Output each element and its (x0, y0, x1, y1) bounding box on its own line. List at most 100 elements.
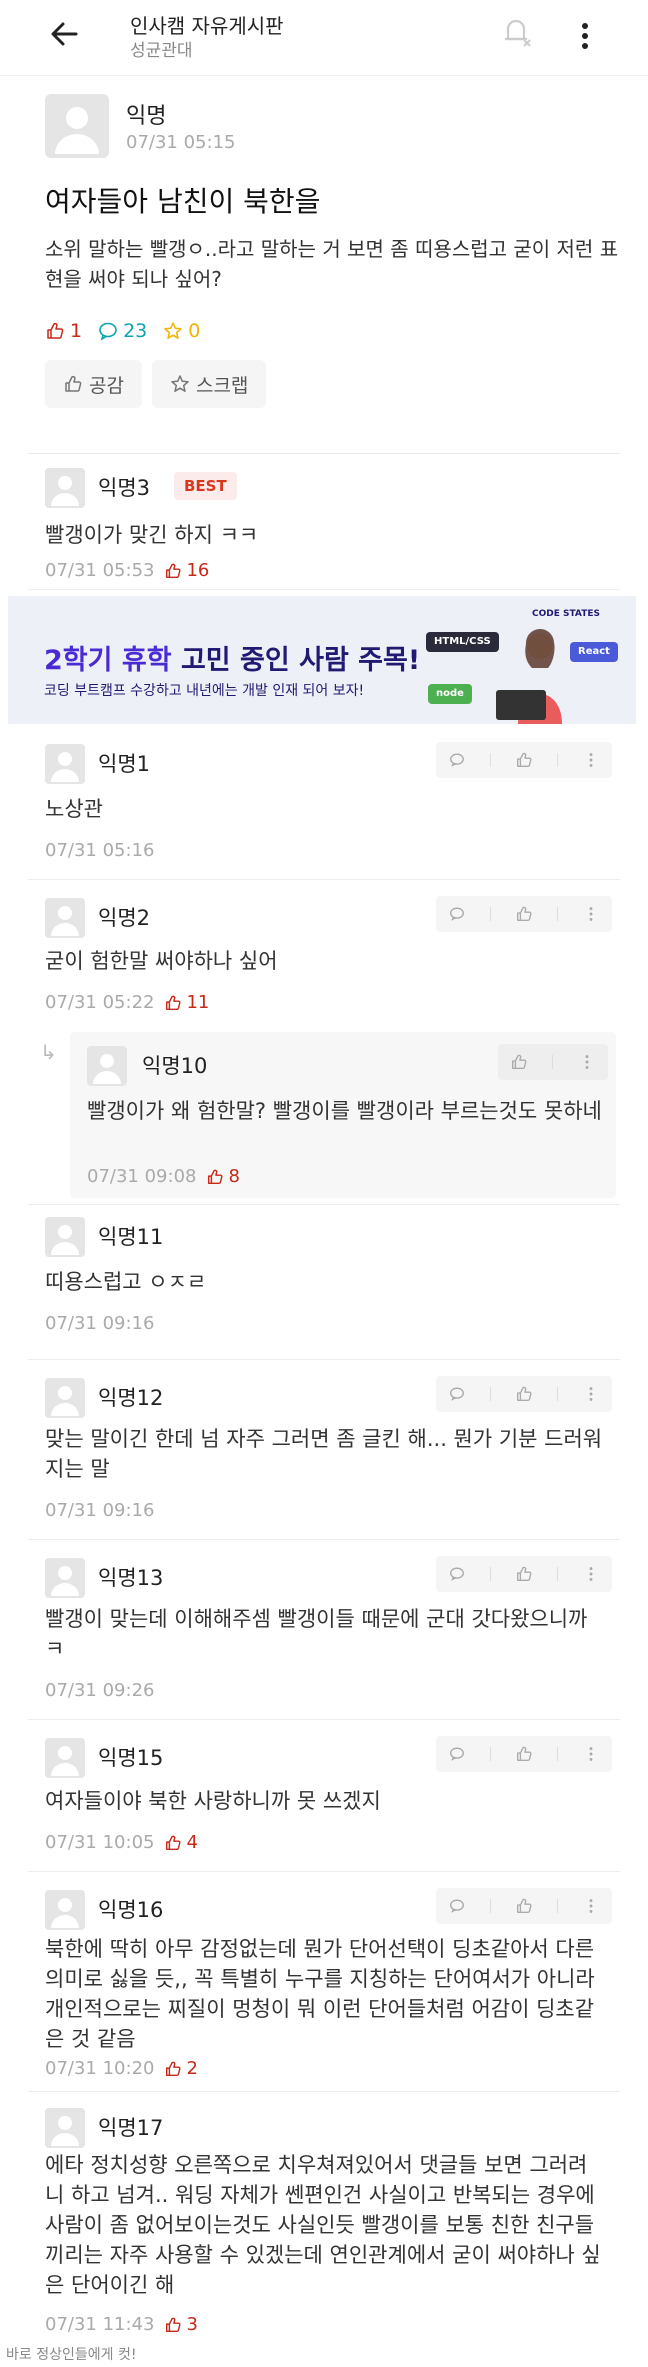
thumbs-up-icon[interactable] (510, 1053, 528, 1071)
comment-likes: 4 (164, 1832, 198, 1853)
comment-text: 빨갱이가 왜 험한말? 빨갱이를 빨갱이라 부르는것도 못하네 (87, 1099, 602, 1123)
comment-meta: 07/31 09:16 (45, 1500, 154, 1521)
post-body: 소위 말하는 빨갱ㅇ..라고 말하는 거 보면 좀 띠용스럽고 굳이 저런 표현… (45, 237, 619, 291)
more-options-icon[interactable] (582, 751, 600, 769)
comment: 익명15 여자들이야 북한 사랑하니까 못 쓰겠지 07/31 10:05 4 (28, 1720, 620, 1872)
back-arrow-icon[interactable] (46, 14, 86, 54)
comment-author: 익명12 (98, 1386, 164, 1410)
thumbs-up-icon (47, 322, 64, 339)
speech-bubble-icon (99, 322, 117, 341)
thumbs-up-icon[interactable] (515, 751, 533, 769)
ad-tag-node: node (428, 684, 472, 704)
avatar (45, 2108, 85, 2148)
comment-author: 익명17 (98, 2116, 164, 2140)
thumbs-up-icon[interactable] (515, 1565, 533, 1583)
comment-best: 익명3 BEST 빨갱이가 맞긴 하지 ㅋㅋ 07/31 05:53 16 (28, 454, 620, 590)
comment-text: 빨갱이 맞는데 이해해주셈 빨갱이들 때문에 군대 갓다왔으니까ㅋ (45, 1607, 588, 1661)
comment-text: 맞는 말이긴 한데 넘 자주 그러면 좀 글킨 해... 뭔가 기분 드러워지는… (45, 1427, 603, 1481)
like-button[interactable]: 공감 (45, 360, 142, 408)
post-time: 07/31 05:15 (126, 132, 236, 153)
comment-text: 여자들이야 북한 사랑하니까 못 쓰겠지 (45, 1789, 381, 1813)
more-options-icon[interactable] (582, 1385, 600, 1403)
comment-time: 07/31 05:16 (45, 840, 155, 861)
post: 익명 07/31 05:15 여자들아 남친이 북한을 소위 말하는 빨갱ㅇ..… (28, 76, 620, 454)
post-title: 여자들아 남친이 북한을 (45, 185, 321, 218)
more-options-icon[interactable] (582, 1565, 600, 1583)
comment-meta: 07/31 09:08 8 (87, 1166, 240, 1187)
scrap-button[interactable]: 스크랩 (151, 360, 267, 408)
avatar (45, 898, 85, 938)
avatar (45, 1217, 85, 1257)
avatar (45, 1738, 85, 1778)
comment-time: 07/31 09:08 (87, 1166, 197, 1187)
comment-meta: 07/31 05:22 11 (45, 992, 209, 1013)
reply-icon[interactable] (448, 1385, 466, 1403)
more-options-icon[interactable] (582, 1745, 600, 1763)
avatar (45, 1890, 85, 1930)
avatar (45, 1558, 85, 1598)
comment-text: 북한에 딱히 아무 감정없는데 뭔가 단어선택이 딩초같아서 다른 의미로 싫을… (45, 1937, 595, 2051)
comment: 익명13 빨갱이 맞는데 이해해주셈 빨갱이들 때문에 군대 갓다왔으니까ㅋ 0… (28, 1540, 620, 1720)
more-options-icon[interactable] (582, 1897, 600, 1915)
thumbs-up-icon[interactable] (515, 1385, 533, 1403)
ad-illustration (496, 628, 562, 724)
comment-author: 익명16 (98, 1898, 164, 1922)
reply-arrow-icon: ↳ (40, 1040, 57, 1064)
thumbs-up-icon[interactable] (515, 1897, 533, 1915)
thumbs-up-icon (166, 2061, 181, 2076)
comment-time: 07/31 09:16 (45, 1500, 155, 1521)
more-options-icon[interactable] (578, 1053, 596, 1071)
avatar (45, 744, 85, 784)
thumbs-up-icon[interactable] (515, 1745, 533, 1763)
scrap-count: 0 (163, 320, 200, 342)
comment-time: 07/31 11:43 (45, 2314, 155, 2335)
comment-meta: 07/31 05:53 16 (45, 560, 209, 581)
comment-tools (436, 742, 612, 778)
comment-author: 익명1 (98, 752, 151, 776)
reply-icon[interactable] (448, 905, 466, 923)
board-subtitle: 성균관대 (130, 41, 193, 61)
ad-banner[interactable]: CODE STATES 2학기 휴학 고민 중인 사람 주목! 코딩 부트캠프 … (8, 596, 636, 724)
notification-off-icon[interactable] (496, 12, 536, 52)
comment: 익명16 북한에 딱히 아무 감정없는데 뭔가 단어선택이 딩초같아서 다른 의… (28, 1872, 620, 2092)
best-badge: BEST (174, 472, 237, 500)
comment-tools (436, 1736, 612, 1772)
comment: 익명11 띠용스럽고 ㅇㅈㄹ 07/31 09:16 (28, 1204, 620, 1360)
more-options-icon[interactable] (570, 16, 600, 56)
comment-text: 에타 정치성향 오른쪽으로 치우쳐져있어서 댓글들 보면 그러려니 하고 넘겨.… (45, 2153, 601, 2297)
comment-likes: 8 (206, 1166, 240, 1187)
reply-icon[interactable] (448, 751, 466, 769)
comment-likes: 3 (164, 2314, 198, 2335)
comment-author: 익명3 (98, 476, 151, 500)
avatar (87, 1046, 127, 1086)
reply-icon[interactable] (448, 1745, 466, 1763)
thumbs-up-icon[interactable] (515, 905, 533, 923)
reply-comment: 익명10 빨갱이가 왜 험한말? 빨갱이를 빨갱이라 부르는것도 못하네 07/… (70, 1032, 616, 1198)
comment: 익명17 에타 정치성향 오른쪽으로 치우쳐져있어서 댓글들 보면 그러려니 하… (28, 2092, 620, 2342)
comment-text: 띠용스럽고 ㅇㅈㄹ (45, 1270, 207, 1294)
reply-icon[interactable] (448, 1897, 466, 1915)
comment-text: 굳이 험한말 써야하나 싶어 (45, 949, 278, 973)
board-title: 인사캠 자유게시판 (130, 14, 284, 38)
comment-author: 익명2 (98, 906, 151, 930)
thumbs-up-icon (166, 995, 181, 1010)
comment: 익명12 맞는 말이긴 한데 넘 자주 그러면 좀 글킨 해... 뭔가 기분 … (28, 1360, 620, 1540)
reply-icon[interactable] (448, 1565, 466, 1583)
comment-text: 노상관 (45, 797, 103, 821)
ad-logo: CODE STATES (532, 609, 600, 619)
star-icon (164, 322, 183, 339)
ad-subtext: 코딩 부트캠프 수강하고 내년에는 개발 인재 되어 보자! (44, 683, 365, 699)
comment-time: 07/31 09:16 (45, 1313, 155, 1334)
comment-meta: 07/31 11:43 3 (45, 2314, 198, 2335)
comment-time: 07/31 05:22 (45, 992, 155, 1013)
star-icon (171, 375, 189, 392)
comment-likes: 11 (164, 992, 209, 1013)
like-count: 1 (45, 320, 82, 342)
comment-tools (436, 1888, 612, 1924)
comment-meta: 07/31 10:05 4 (45, 1832, 198, 1853)
comment-author: 익명15 (98, 1746, 164, 1770)
more-options-icon[interactable] (582, 905, 600, 923)
thumbs-up-icon (208, 1169, 223, 1184)
avatar (45, 94, 109, 158)
thumbs-up-icon (166, 563, 181, 578)
